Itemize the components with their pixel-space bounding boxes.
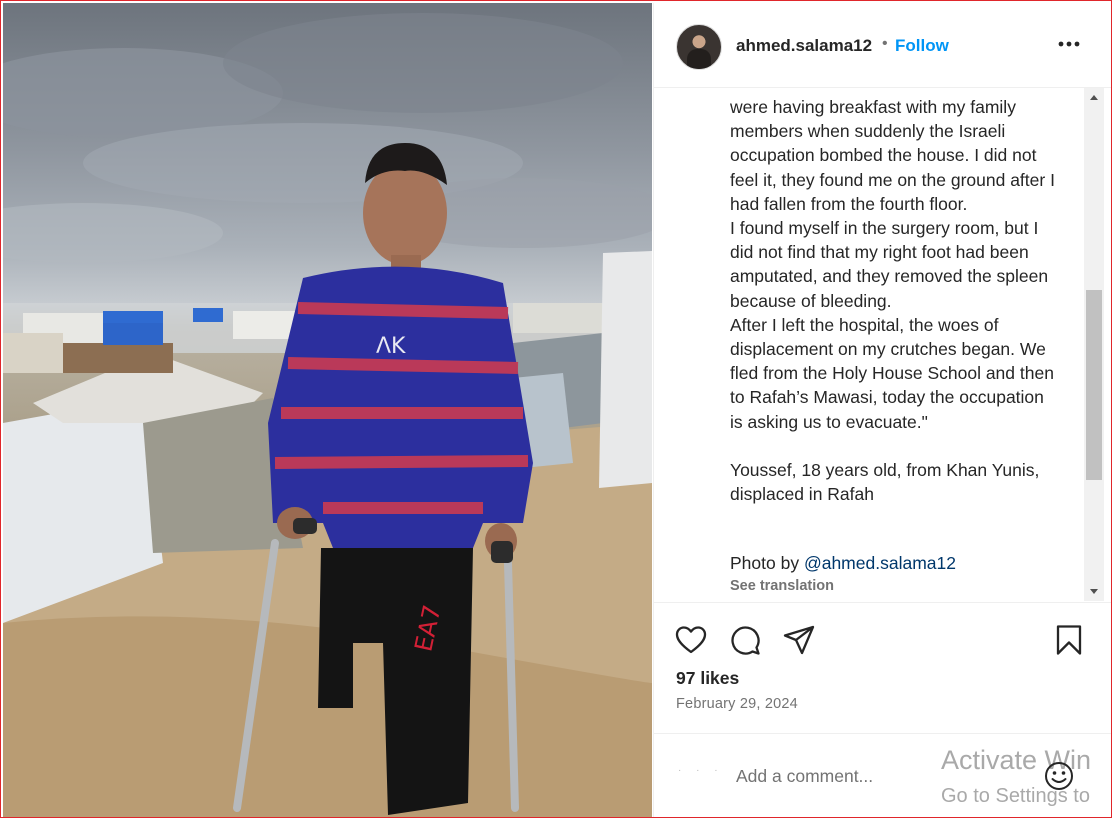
scrollbar-thumb[interactable] xyxy=(1086,290,1102,480)
photo-credit-handle-link[interactable]: @ahmed.salama12 xyxy=(804,553,956,573)
avatar[interactable] xyxy=(676,24,722,70)
scroll-down-arrow-icon[interactable] xyxy=(1088,585,1100,597)
comment-icon[interactable] xyxy=(728,623,762,657)
follow-button[interactable]: Follow xyxy=(895,36,949,56)
caption-clipped-line: … xyxy=(730,88,1060,96)
caption-text: were having breakfast with my family mem… xyxy=(730,97,1055,505)
heart-icon[interactable] xyxy=(674,623,708,657)
separator-dot: • xyxy=(882,35,888,52)
emoji-icon[interactable] xyxy=(1043,760,1075,792)
username-link[interactable]: ahmed.salama12 xyxy=(736,36,872,56)
photo-illustration: ΛK EA7 xyxy=(3,13,652,817)
post-caption: …were having breakfast with my family me… xyxy=(730,88,1060,506)
share-icon[interactable] xyxy=(782,623,816,657)
photo-credit: Photo by @ahmed.salama12 xyxy=(730,553,956,574)
caption-scrollbar[interactable] xyxy=(1084,88,1104,601)
bookmark-icon[interactable] xyxy=(1052,623,1086,657)
caption-scroll-area[interactable]: …were having breakfast with my family me… xyxy=(654,88,1084,601)
post-date: February 29, 2024 xyxy=(676,696,798,712)
post-side-panel: ahmed.salama12 • Follow …were having bre… xyxy=(653,3,1111,817)
see-translation-link[interactable]: See translation xyxy=(730,578,834,594)
svg-text:ΛK: ΛK xyxy=(376,334,406,359)
post-header: ahmed.salama12 • Follow xyxy=(654,3,1111,88)
more-horizontal-icon[interactable] xyxy=(1056,31,1082,57)
scroll-up-arrow-icon[interactable] xyxy=(1088,92,1100,104)
photo-credit-prefix: Photo by xyxy=(730,553,804,573)
comment-bar-marker: · · · xyxy=(678,765,724,776)
divider xyxy=(654,733,1111,734)
likes-count[interactable]: 97 likes xyxy=(676,668,739,689)
post-photo[interactable]: ΛK EA7 xyxy=(3,3,652,817)
post-window: ΛK EA7 ahmed.salama12 • Follow were havi… xyxy=(0,0,1112,818)
divider xyxy=(654,602,1111,603)
